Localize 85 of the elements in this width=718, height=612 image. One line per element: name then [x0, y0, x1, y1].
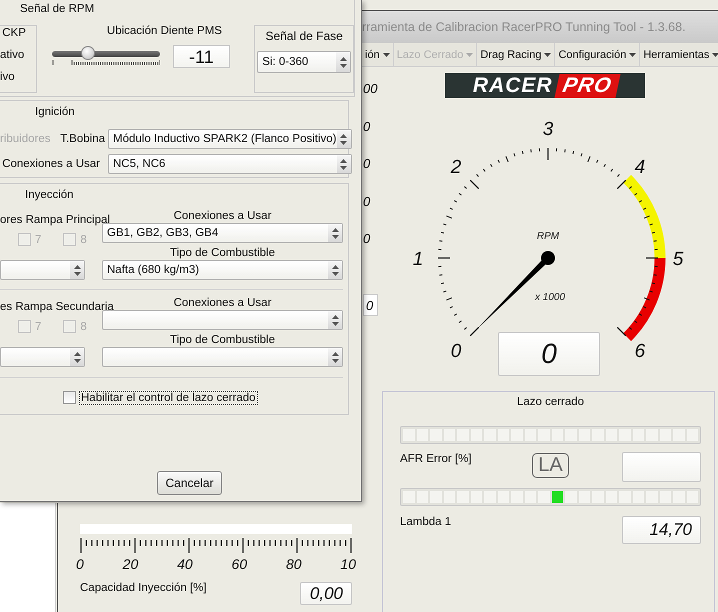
- value-display: 14,70: [622, 516, 701, 544]
- gauge-label: 5: [672, 249, 684, 270]
- caret-icon: [544, 52, 552, 56]
- spin-arrows-icon: [340, 56, 346, 68]
- lambda-badge: LA: [532, 453, 569, 478]
- logo-text: RACER: [472, 74, 553, 98]
- spin-arrows-icon: [332, 352, 338, 362]
- scale-label: 40: [177, 556, 193, 572]
- field-label: Tipo de Combustible: [168, 246, 276, 260]
- dropdown[interactable]: NC5, NC6: [108, 154, 352, 174]
- rpm-readout: 0: [498, 332, 600, 376]
- logo-text: PRO: [554, 74, 620, 98]
- scale-label: 0: [363, 232, 372, 246]
- led-segment: [686, 491, 698, 503]
- scale-label: 0: [363, 120, 372, 134]
- group-title: CKP: [2, 27, 27, 39]
- scale-label: 10: [340, 556, 356, 572]
- field-label: Tipo de Combustible: [168, 333, 276, 347]
- field-label: Capacidad Inyección [%]: [80, 582, 207, 594]
- checkbox-label: 7: [35, 234, 42, 246]
- cancel-button[interactable]: Cancelar: [157, 471, 222, 495]
- dropdown[interactable]: Módulo Inductivo SPARK2 (Flanco Positivo): [108, 129, 352, 149]
- gauge-label: 4: [634, 157, 646, 178]
- dropdown[interactable]: Nafta (680 kg/m3): [102, 260, 343, 280]
- spin-arrows-icon: [340, 134, 347, 144]
- spin-arrows-icon: [332, 228, 338, 238]
- group-title: Inyección: [24, 188, 75, 203]
- group-title: Señal de Fase: [264, 29, 344, 43]
- checkbox-label: 8: [80, 320, 87, 332]
- caret-icon: [712, 52, 718, 56]
- value-box: 0: [363, 294, 378, 316]
- gauge-label: 0: [450, 340, 462, 362]
- scale-label: 0: [363, 194, 372, 208]
- group-title: Lazo cerrado: [516, 395, 586, 410]
- led-segment: [403, 491, 414, 503]
- unit-label: RPM: [536, 231, 560, 242]
- radio-label[interactable]: ativo: [0, 49, 36, 61]
- gauge-label: 6: [634, 340, 646, 362]
- caret-icon: [629, 52, 636, 56]
- spin-arrows-icon: [74, 352, 80, 362]
- scale-label: 00: [363, 82, 378, 96]
- menu-item[interactable]: Configuración: [555, 43, 640, 66]
- multiplier-label: x 1000: [534, 292, 566, 303]
- gauge-label: 2: [450, 157, 462, 178]
- caret-icon: [466, 52, 474, 56]
- led-segment: [686, 429, 698, 441]
- radio-label[interactable]: ivo: [0, 71, 36, 83]
- checkbox[interactable]: [63, 391, 76, 404]
- dropdown[interactable]: [102, 347, 343, 367]
- dropdown[interactable]: [102, 310, 343, 330]
- field-label: Ubicación Diente PMS: [106, 25, 223, 37]
- slider-thumb[interactable]: [80, 46, 95, 60]
- window-title: rramienta de Calibracion RacerPRO Tunning Tool - 1.3.68.: [362, 20, 686, 34]
- checkbox-label[interactable]: Habilitar el control de lazo cerrado: [80, 392, 257, 404]
- spin-arrows-icon: [340, 158, 347, 170]
- field-label: T.Bobina: [60, 133, 105, 145]
- menu-item[interactable]: Drag Racing: [477, 43, 556, 66]
- value-field[interactable]: -11: [172, 45, 230, 68]
- led-segment: [403, 429, 414, 441]
- checkbox-label: 8: [80, 234, 87, 246]
- spin-arrows-icon: [332, 264, 338, 276]
- group-title: Señal de RPM: [19, 2, 96, 17]
- menu-item[interactable]: Herramientas: [640, 43, 718, 66]
- dropdown[interactable]: Si: 0-360: [257, 51, 351, 73]
- checkbox-label: 7: [35, 320, 42, 332]
- scale-label: 20: [122, 556, 138, 572]
- value-display: 0,00: [300, 582, 352, 605]
- field-label: AFR Error [%]: [400, 453, 473, 465]
- scale-label: 80: [286, 556, 302, 572]
- field-label: Conexiones a Usar: [2, 158, 100, 170]
- scale-label: 0: [363, 157, 372, 171]
- gauge-label: 1: [412, 249, 424, 270]
- group-title: Ignición: [34, 105, 76, 120]
- dropdown[interactable]: GB1, GB2, GB3, GB4: [102, 223, 343, 243]
- field-label: ribuidores: [0, 133, 50, 145]
- field-label: Lambda 1: [400, 516, 452, 528]
- spin-arrows-icon: [74, 264, 80, 276]
- gauge-label: 3: [542, 119, 554, 140]
- scale-label: 0: [76, 556, 84, 572]
- field-label: es Rampa Secundaria: [0, 300, 114, 314]
- spin-box[interactable]: [0, 347, 85, 367]
- spin-arrows-icon: [332, 314, 338, 326]
- spin-box[interactable]: [0, 260, 85, 280]
- scale-label: 60: [232, 556, 248, 572]
- caret-icon: [382, 52, 390, 56]
